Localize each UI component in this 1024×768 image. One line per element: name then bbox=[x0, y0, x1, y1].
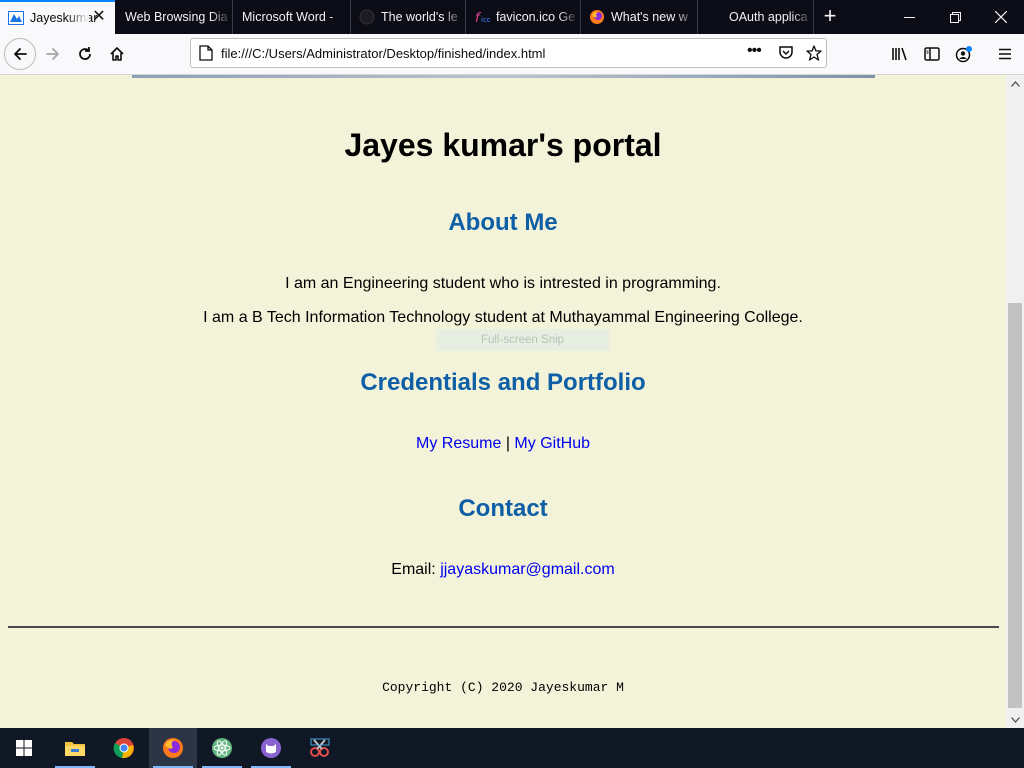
github-desktop-icon[interactable] bbox=[247, 728, 295, 768]
account-button[interactable] bbox=[948, 38, 980, 70]
email-link[interactable]: jjayaskumar@gmail.com bbox=[440, 561, 615, 578]
tab-label: Microsoft Word - bbox=[242, 10, 334, 24]
sidebar-button[interactable] bbox=[916, 38, 948, 70]
resume-link[interactable]: My Resume bbox=[416, 435, 501, 452]
scrollbar-thumb[interactable] bbox=[1008, 303, 1022, 708]
firefox-icon bbox=[589, 9, 605, 25]
email-label: Email: bbox=[391, 561, 436, 578]
library-button[interactable] bbox=[884, 38, 916, 70]
tab-microsoft-word[interactable]: Microsoft Word - bbox=[233, 0, 351, 34]
menu-button[interactable] bbox=[989, 38, 1021, 70]
portal-favicon-icon bbox=[8, 10, 24, 26]
snipping-tool-icon[interactable] bbox=[296, 728, 344, 768]
about-line-1: I am an Engineering student who is intre… bbox=[285, 275, 721, 292]
account-icon bbox=[955, 46, 972, 63]
home-icon bbox=[110, 47, 124, 61]
tab-web-browsing[interactable]: Web Browsing Dia bbox=[115, 0, 233, 34]
tab-oauth[interactable]: OAuth applica bbox=[698, 0, 814, 34]
page-title: Jayes kumar's portal bbox=[344, 127, 662, 163]
scroll-up-arrow-icon[interactable] bbox=[1006, 75, 1024, 92]
about-line-2: I am a B Tech Information Technology stu… bbox=[203, 309, 803, 326]
url-text[interactable]: file:///C:/Users/Administrator/Desktop/f… bbox=[221, 46, 545, 61]
pocket-icon[interactable] bbox=[778, 45, 794, 61]
tab-favicon-generator[interactable]: fico favicon.ico Ge bbox=[466, 0, 581, 34]
tab-github[interactable]: The world's le bbox=[351, 0, 466, 34]
file-explorer-icon[interactable] bbox=[51, 728, 99, 768]
sidebar-icon bbox=[924, 47, 940, 61]
svg-text:ico: ico bbox=[481, 16, 490, 24]
atom-icon[interactable] bbox=[198, 728, 246, 768]
home-button[interactable] bbox=[101, 38, 133, 70]
page-actions-icon[interactable]: ••• bbox=[747, 42, 762, 60]
restore-icon[interactable] bbox=[932, 0, 978, 34]
windows-taskbar bbox=[0, 728, 1024, 768]
arrow-left-icon bbox=[14, 48, 27, 60]
tab-whats-new[interactable]: What's new w bbox=[581, 0, 698, 34]
tab-jayeskumar[interactable]: Jayeskumar ✕ bbox=[0, 0, 115, 34]
github-link[interactable]: My GitHub bbox=[514, 435, 590, 452]
contact-heading: Contact bbox=[458, 495, 548, 522]
address-bar[interactable]: file:///C:/Users/Administrator/Desktop/f… bbox=[190, 38, 827, 68]
new-tab-button[interactable]: + bbox=[816, 0, 844, 34]
footer-divider bbox=[8, 626, 999, 628]
library-icon bbox=[892, 47, 907, 61]
windows-start-icon[interactable] bbox=[0, 728, 48, 768]
minimize-icon[interactable] bbox=[886, 0, 932, 34]
credentials-heading: Credentials and Portfolio bbox=[360, 369, 646, 396]
tab-strip: Jayeskumar ✕ Web Browsing Dia Microsoft … bbox=[0, 0, 1024, 34]
scroll-down-arrow-icon[interactable] bbox=[1006, 711, 1024, 728]
page-icon bbox=[199, 45, 213, 61]
page-content: Jayes kumar's portal About Me I am an En… bbox=[0, 75, 1006, 728]
contact-line: Email: jjayaskumar@gmail.com bbox=[0, 561, 1006, 579]
forward-button[interactable] bbox=[37, 38, 69, 70]
bookmark-star-icon[interactable] bbox=[806, 45, 822, 61]
close-tab-icon[interactable]: ✕ bbox=[91, 9, 107, 25]
full-screen-snip-overlay[interactable]: Full-screen Snip bbox=[436, 329, 609, 351]
credentials-links: My Resume | My GitHub bbox=[0, 435, 1006, 453]
firefox-taskbar-icon[interactable] bbox=[149, 728, 197, 768]
chrome-icon[interactable] bbox=[100, 728, 148, 768]
hamburger-menu-icon bbox=[999, 48, 1011, 60]
reload-button[interactable] bbox=[69, 38, 101, 70]
navigation-toolbar: file:///C:/Users/Administrator/Desktop/f… bbox=[0, 34, 1024, 75]
reload-icon bbox=[79, 47, 91, 60]
banner-image-edge bbox=[132, 75, 875, 78]
arrow-right-icon bbox=[46, 48, 59, 60]
about-heading: About Me bbox=[448, 209, 558, 236]
link-separator: | bbox=[505, 435, 510, 452]
close-window-icon[interactable] bbox=[978, 0, 1024, 34]
copyright-text: Copyright (C) 2020 Jayeskumar M bbox=[382, 680, 624, 695]
vertical-scrollbar[interactable] bbox=[1006, 75, 1024, 728]
favicon-generator-icon: fico bbox=[474, 9, 490, 25]
back-button[interactable] bbox=[4, 38, 36, 70]
github-icon bbox=[359, 9, 375, 25]
